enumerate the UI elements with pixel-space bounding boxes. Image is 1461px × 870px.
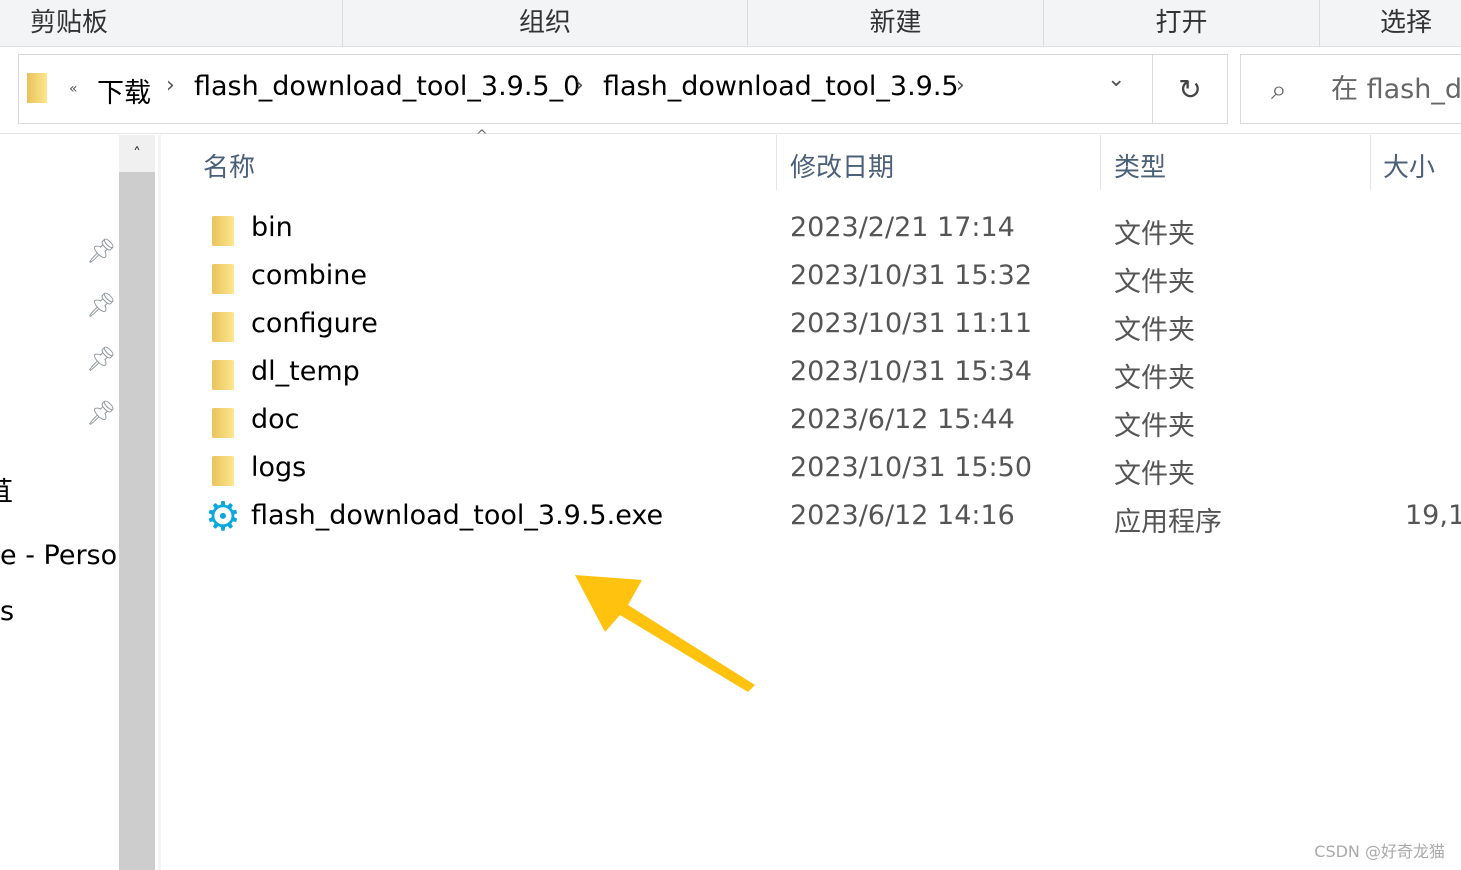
search-icon: ⌕ [1271, 73, 1287, 106]
file-size: 19,1 [1405, 500, 1461, 531]
file-row[interactable]: dl_temp 2023/10/31 15:34 文件夹 [200, 350, 1461, 398]
file-date: 2023/10/31 15:34 [790, 356, 1033, 387]
column-size[interactable]: 大小 [1383, 147, 1435, 184]
file-row[interactable]: bin 2023/2/21 17:14 文件夹 [200, 206, 1461, 254]
file-row[interactable]: ⚙ flash_download_tool_3.9.5.exe 2023/6/12 … [200, 494, 1461, 542]
file-name: dl_temp [251, 356, 360, 387]
file-date: 2023/6/12 15:44 [790, 404, 1015, 435]
column-name[interactable]: 名称 [203, 147, 255, 184]
pin-icon[interactable]: 📌︎ [86, 291, 116, 319]
nav-scrollbar[interactable] [119, 135, 155, 870]
watermark: CSDN @好奇龙猫 [1314, 842, 1445, 861]
file-type: 文件夹 [1114, 315, 1195, 346]
refresh-button[interactable]: ↻ [1153, 54, 1228, 124]
chevron-down-icon[interactable]: ⌄ [1107, 67, 1125, 92]
overflow-icon[interactable]: « [69, 81, 78, 97]
exe-gear-icon: ⚙ [205, 494, 241, 540]
nav-item-onedrive[interactable]: e - Personal [0, 540, 119, 571]
ribbon: 剪贴板 组织 新建 打开 选择 [0, 0, 1461, 47]
sort-indicator-icon: ^ [476, 128, 488, 144]
ribbon-new[interactable]: 新建 [748, 0, 1044, 47]
divider [0, 133, 1461, 134]
file-name: bin [251, 212, 293, 243]
crumb-tool-0[interactable]: flash_download_tool_3.9.5_0 [194, 71, 580, 102]
file-type: 文件夹 [1114, 363, 1195, 394]
folder-icon [212, 216, 234, 246]
nav-item[interactable]: s [0, 596, 14, 627]
crumb-downloads[interactable]: 下载 [97, 71, 151, 110]
ribbon-clipboard[interactable]: 剪贴板 [0, 0, 343, 47]
file-name: doc [251, 404, 300, 435]
column-date[interactable]: 修改日期 [790, 147, 894, 184]
file-date: 2023/10/31 15:32 [790, 260, 1033, 291]
scroll-up-button[interactable]: ˄ [119, 135, 155, 172]
chevron-right-icon[interactable]: › [166, 73, 175, 98]
nav-item[interactable]: 苴 [0, 470, 13, 509]
pin-icon[interactable]: 📌︎ [86, 399, 116, 427]
file-row[interactable]: configure 2023/10/31 11:11 文件夹 [200, 302, 1461, 350]
folder-icon [212, 456, 234, 486]
file-row[interactable]: combine 2023/10/31 15:32 文件夹 [200, 254, 1461, 302]
ribbon-open[interactable]: 打开 [1044, 0, 1320, 47]
ribbon-organize[interactable]: 组织 [343, 0, 748, 47]
annotation-arrow [575, 575, 755, 692]
file-row[interactable]: logs 2023/10/31 15:50 文件夹 [200, 446, 1461, 494]
folder-icon [212, 360, 234, 390]
file-type: 文件夹 [1114, 219, 1195, 250]
file-type: 应用程序 [1114, 507, 1222, 538]
address-bar[interactable]: « 下载 › flash_download_tool_3.9.5_0 › fla… [18, 54, 1153, 124]
pin-icon[interactable]: 📌︎ [86, 237, 116, 265]
folder-icon [212, 264, 234, 294]
file-date: 2023/10/31 15:50 [790, 452, 1033, 483]
column-separator[interactable] [1370, 135, 1371, 190]
search-placeholder: 在 flash_do [1331, 74, 1461, 105]
chevron-right-icon[interactable]: › [575, 73, 584, 98]
file-row[interactable]: doc 2023/6/12 15:44 文件夹 [200, 398, 1461, 446]
column-separator[interactable] [1100, 135, 1101, 190]
column-separator[interactable] [776, 135, 777, 190]
folder-icon [212, 408, 234, 438]
file-type: 文件夹 [1114, 267, 1195, 298]
pin-icon[interactable]: 📌︎ [86, 345, 116, 373]
file-name: combine [251, 260, 368, 291]
file-type: 文件夹 [1114, 459, 1195, 490]
file-name: flash_download_tool_3.9.5.exe [251, 500, 664, 531]
file-date: 2023/10/31 11:11 [790, 308, 1033, 339]
chevron-right-icon[interactable]: › [956, 73, 965, 98]
ribbon-select[interactable]: 选择 [1320, 0, 1461, 47]
file-date: 2023/2/21 17:14 [790, 212, 1015, 243]
folder-icon [212, 312, 234, 342]
file-date: 2023/6/12 14:16 [790, 500, 1015, 531]
folder-icon [27, 73, 47, 103]
file-type: 文件夹 [1114, 411, 1195, 442]
search-input[interactable]: ⌕ 在 flash_do [1240, 54, 1461, 124]
file-name: logs [251, 452, 307, 483]
pane-divider[interactable] [158, 135, 161, 870]
column-type[interactable]: 类型 [1114, 147, 1166, 184]
file-name: configure [251, 308, 378, 339]
crumb-tool[interactable]: flash_download_tool_3.9.5 [603, 71, 959, 102]
